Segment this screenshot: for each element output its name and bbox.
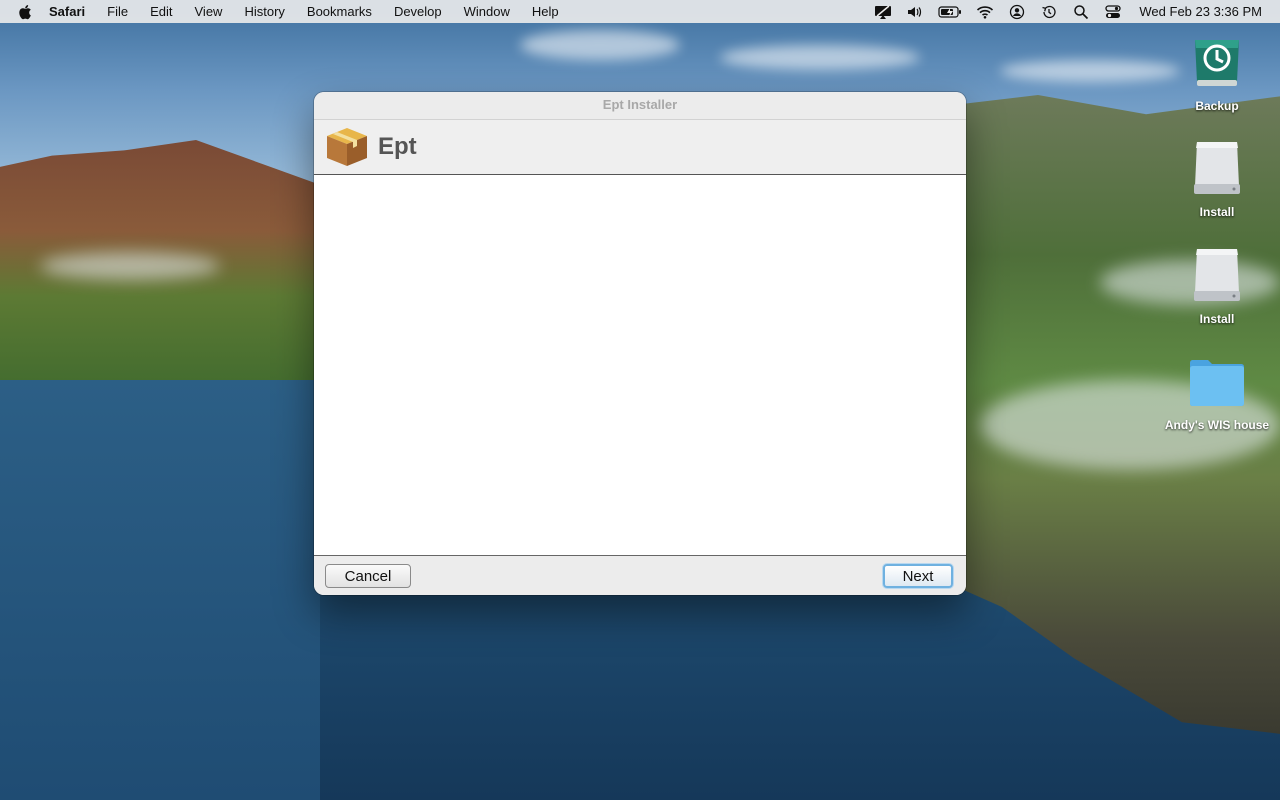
desktop-icon-backup[interactable]: Backup: [1162, 34, 1272, 113]
menu-window[interactable]: Window: [453, 0, 521, 23]
cancel-button[interactable]: Cancel: [325, 564, 411, 588]
menu-help[interactable]: Help: [521, 0, 570, 23]
package-icon: [327, 128, 367, 166]
installer-content-area: [314, 175, 966, 556]
user-icon[interactable]: [1008, 4, 1026, 20]
menu-bookmarks[interactable]: Bookmarks: [296, 0, 383, 23]
control-center-icon[interactable]: [1104, 4, 1122, 20]
time-machine-drive-icon: [1195, 40, 1239, 86]
menu-edit[interactable]: Edit: [139, 0, 183, 23]
menu-bar: Safari File Edit View History Bookmarks …: [0, 0, 1280, 23]
battery-icon[interactable]: [938, 4, 962, 20]
window-title[interactable]: Ept Installer: [314, 92, 966, 120]
disk-icon: [1194, 142, 1240, 194]
desktop-icon-label: Install: [1199, 205, 1235, 219]
volume-icon[interactable]: [906, 4, 924, 20]
desktop-icon-install-1[interactable]: Install: [1162, 140, 1272, 219]
menu-history[interactable]: History: [233, 0, 295, 23]
time-machine-icon[interactable]: [1040, 4, 1058, 20]
desktop-icon-label: Install: [1199, 312, 1235, 326]
next-button[interactable]: Next: [883, 564, 953, 588]
menu-app-name[interactable]: Safari: [38, 0, 96, 23]
menu-develop[interactable]: Develop: [383, 0, 453, 23]
installer-footer: Cancel Next: [314, 556, 966, 595]
desktop-icon-label: Andy's WIS house: [1164, 418, 1270, 432]
desktop-icon-label: Backup: [1195, 99, 1239, 113]
wifi-icon[interactable]: [976, 4, 994, 20]
desktop-icon-andys-wis-house[interactable]: Andy's WIS house: [1162, 355, 1272, 432]
screen-sharing-icon[interactable]: [874, 4, 892, 20]
disk-icon: [1194, 249, 1240, 301]
installer-window: Ept Installer Ept Cancel Next: [314, 92, 966, 595]
app-title: Ept: [378, 133, 417, 160]
installer-header: Ept: [314, 120, 966, 175]
apple-icon[interactable]: [18, 4, 32, 20]
desktop-icon-install-2[interactable]: Install: [1162, 247, 1272, 326]
menu-view[interactable]: View: [184, 0, 234, 23]
folder-icon: [1190, 360, 1244, 406]
menu-clock[interactable]: Wed Feb 23 3:36 PM: [1139, 4, 1262, 19]
spotlight-icon[interactable]: [1072, 4, 1090, 20]
menu-file[interactable]: File: [96, 0, 139, 23]
